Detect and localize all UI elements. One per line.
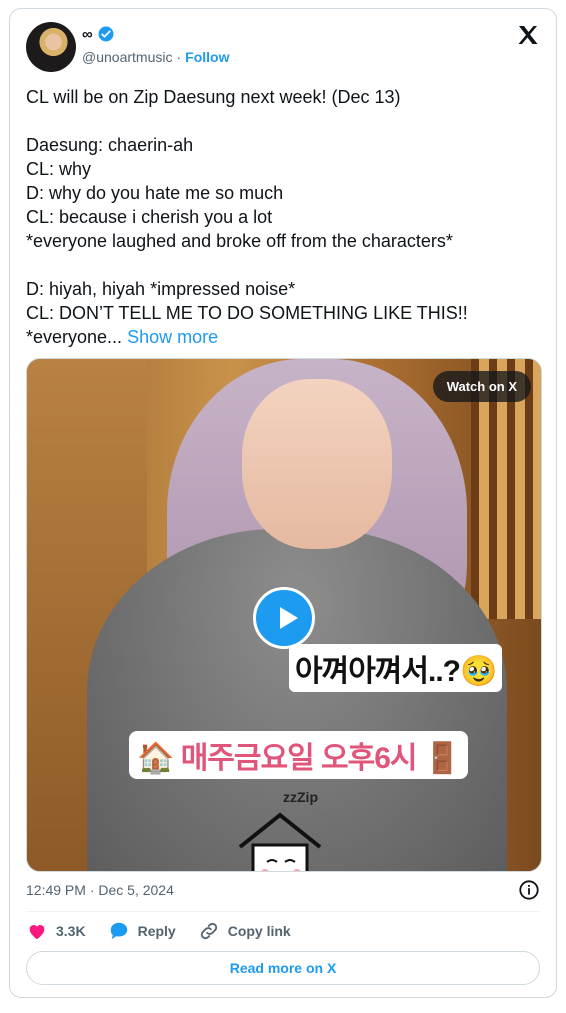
author-name-row[interactable]: ∞ <box>82 25 115 43</box>
tweet-card: ∞ @unoartmusic · Follow CL will be on Zi… <box>9 8 557 998</box>
sticker-text: zzZip <box>283 789 318 805</box>
verified-badge-icon <box>98 26 114 42</box>
show-more-link[interactable]: Show more <box>127 327 218 347</box>
separator-dot: · <box>176 49 182 65</box>
reply-label: Reply <box>137 923 176 939</box>
video-thumbnail[interactable]: Watch on X 아껴아껴서..?🥹 🏠 매주금요일 오후6시 🚪 zzZi… <box>26 358 542 872</box>
watch-on-x-button[interactable]: Watch on X <box>432 371 531 402</box>
tweet-timestamp[interactable]: 12:49 PM · Dec 5, 2024 <box>26 882 174 898</box>
like-button[interactable]: 3.3K <box>26 920 86 942</box>
play-button-icon[interactable] <box>253 587 315 649</box>
action-bar: 3.3K Reply Copy link <box>26 920 291 942</box>
tweet-text: CL will be on Zip Daesung next week! (De… <box>26 85 542 349</box>
face-shape <box>242 379 392 549</box>
x-logo-icon[interactable] <box>516 23 540 47</box>
avatar[interactable] <box>26 22 76 72</box>
link-icon <box>200 922 217 940</box>
video-caption-top: 아껴아껴서..?🥹 <box>289 644 503 692</box>
reply-button[interactable]: Reply <box>108 920 176 942</box>
copy-link-button[interactable]: Copy link <box>198 920 291 942</box>
handle-row: @unoartmusic · Follow <box>82 49 229 65</box>
author-handle[interactable]: @unoartmusic <box>82 49 172 65</box>
video-caption-bottom: 🏠 매주금요일 오후6시 🚪 <box>129 731 469 779</box>
author-display-name[interactable]: ∞ <box>82 26 93 43</box>
heart-icon <box>29 925 45 940</box>
follow-button[interactable]: Follow <box>185 49 229 65</box>
house-sticker-icon <box>238 812 322 871</box>
reply-bubble-icon <box>110 922 127 940</box>
tweet-body: CL will be on Zip Daesung next week! (De… <box>26 87 468 347</box>
like-count: 3.3K <box>56 923 86 939</box>
info-icon[interactable] <box>518 879 540 901</box>
divider <box>26 911 540 912</box>
read-more-button[interactable]: Read more on X <box>26 951 540 985</box>
copy-link-label: Copy link <box>227 923 291 939</box>
